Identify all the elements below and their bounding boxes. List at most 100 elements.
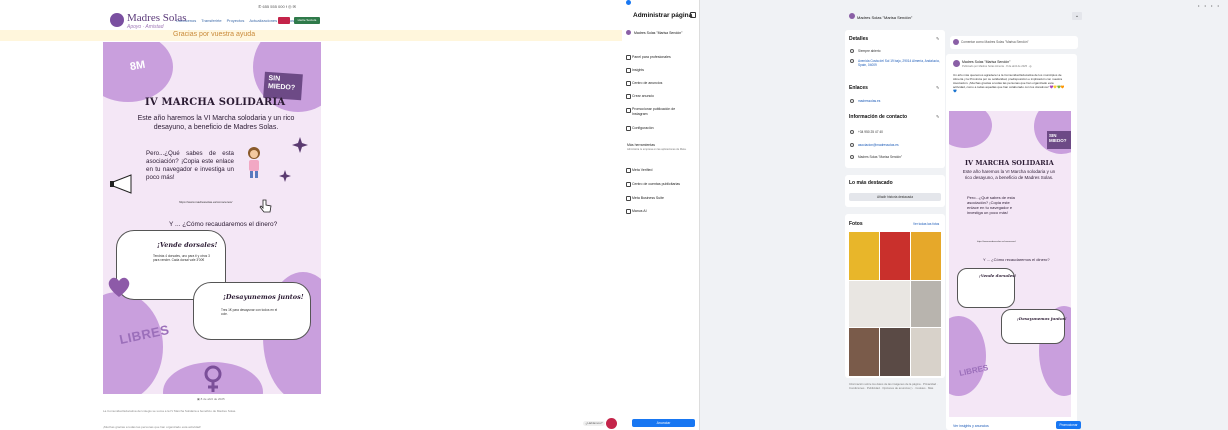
details-title: Detalles <box>849 36 869 42</box>
post-card-desayuno-title: ¡Desayunemos juntos! <box>1017 316 1067 321</box>
composer-avatar <box>953 39 959 45</box>
anunciar-button[interactable]: Anunciar <box>632 419 695 427</box>
phone-icon <box>850 130 854 134</box>
poster-subtitle: Este año haremos la VI Marcha solodaria … <box>137 115 295 131</box>
card-dorsales-title: ¡Vende dorsales! <box>157 241 218 249</box>
website-link[interactable]: madressolas.es <box>858 99 880 103</box>
links-title: Enlaces <box>849 85 868 91</box>
photos-title: Fotos <box>849 221 863 227</box>
nav-item[interactable]: Actualizaciones <box>249 18 277 23</box>
create-ad-icon <box>626 94 631 99</box>
photo-thumbnail[interactable] <box>880 232 910 280</box>
page-avatar[interactable] <box>626 30 631 35</box>
post-avatar[interactable] <box>953 60 960 67</box>
add-featured-button[interactable]: Añadir historia destacada <box>849 193 941 201</box>
globe-icon <box>850 99 854 103</box>
sidebar-item-ads-center[interactable]: Centro de anuncios <box>632 81 662 85</box>
post-poster-how: Y ... ¿Cómo recaudaremos el dinero? <box>983 257 1050 262</box>
dashboard-icon <box>626 55 631 60</box>
photo-thumbnail[interactable] <box>880 328 910 376</box>
nav-item[interactable]: Transferirte <box>201 18 221 23</box>
sparkle-icon <box>279 170 291 182</box>
page-header-name[interactable]: Madres Solas "Marisa Sendón" <box>857 15 912 20</box>
instagram-icon <box>626 108 631 113</box>
contact-messenger: Madres Solas "Marisa Sendón" <box>858 155 903 159</box>
page-header-avatar[interactable] <box>849 13 855 19</box>
post-poster-badge: SIN MIEDO? <box>1047 131 1071 149</box>
poster-caption: ▣ 8 de abril de 2025 <box>197 397 225 401</box>
sidebar-item-create-ad[interactable]: Crear anuncio <box>632 94 654 98</box>
sidebar-tool-ai[interactable]: Manus AI <box>632 209 647 213</box>
composer-placeholder[interactable]: Comentar como Madres Solas "Marisa Sendó… <box>961 40 1029 44</box>
admin-title: Administrar página <box>633 12 693 19</box>
thanks-banner <box>0 30 622 41</box>
more-options-button[interactable]: ⌄ <box>1072 12 1082 20</box>
donate-button[interactable] <box>278 17 290 24</box>
facebook-icon[interactable] <box>626 0 631 5</box>
photo-thumbnail[interactable] <box>849 281 910 327</box>
tools-heading: Más herramientas <box>627 143 656 147</box>
logo-icon[interactable] <box>110 13 124 27</box>
edit-pencil-icon[interactable]: ✎ <box>936 114 939 119</box>
insights-link[interactable]: Ver insights y anuncios <box>953 424 989 428</box>
girl-illustration-icon <box>248 147 260 178</box>
edit-pencil-icon[interactable]: ✎ <box>936 85 939 90</box>
details-hours: Siempre abierto <box>858 49 881 53</box>
ads-center-icon <box>626 81 631 86</box>
photo-thumbnail[interactable] <box>911 328 941 376</box>
post-meta: Publicado por Madres Solas Almería · 8 d… <box>962 65 1032 68</box>
card-desayuno-body: Tres 1€ para desayunar con todos en el c… <box>221 308 278 317</box>
article-paragraph: La Comunidad Educativa del colegio se su… <box>103 409 237 413</box>
sidebar-tool-ad-accounts[interactable]: Centro de cuentas publicitarias <box>632 182 680 186</box>
clock-icon <box>850 49 854 53</box>
ad-accounts-icon <box>626 182 631 187</box>
ai-icon <box>626 209 631 214</box>
post-image[interactable]: SIN MIEDO? IV MARCHA SOLIDARIA Este año … <box>949 111 1071 417</box>
promote-button[interactable]: Promocionar <box>1056 421 1081 429</box>
panel-toggle-icon[interactable] <box>690 12 696 18</box>
details-address[interactable]: Avenida Costa del Sol 19 bajo, 29014 Alm… <box>858 59 940 67</box>
insights-icon <box>626 68 631 73</box>
contact-email[interactable]: asociacion@madressolas.es <box>858 143 899 147</box>
photos-footer: Información sobre los datos de las imáge… <box>849 382 938 390</box>
gear-icon <box>626 126 631 131</box>
pointer-hand-icon <box>259 199 272 213</box>
sparkle-icon <box>292 137 308 153</box>
site-nav: Conócenos Transferirte Proyectos Actuali… <box>176 18 312 23</box>
contact-title: Información de contacto <box>849 114 908 120</box>
poster-badge: SIN MIEDO? <box>263 71 303 101</box>
chat-button-icon[interactable] <box>606 418 617 429</box>
poster-url: https://www.madressolas.es/conocenos/ <box>179 200 233 204</box>
sidebar-item-insights[interactable]: Insights <box>632 68 644 72</box>
photo-thumbnail[interactable] <box>911 281 941 327</box>
sidebar-item-promote-instagram[interactable]: Promocionar publicación de Instagram <box>632 107 687 116</box>
post-card-desayuno <box>1001 309 1065 344</box>
member-button[interactable]: Hazte Socio/a <box>294 17 320 24</box>
photo-thumbnail[interactable] <box>849 232 879 280</box>
photo-thumbnail[interactable] <box>849 328 879 376</box>
female-symbol-icon <box>204 365 222 392</box>
photo-thumbnail[interactable] <box>911 232 941 280</box>
poster-blob <box>949 111 992 148</box>
nav-item[interactable]: Conócenos <box>176 18 196 23</box>
see-all-photos-link[interactable]: Ver todas las fotos <box>913 222 939 226</box>
sidebar-tool-business-suite[interactable]: Meta Business Suite <box>632 196 664 200</box>
contact-phone: +34 950 25 47 40 <box>858 130 883 134</box>
sidebar-item-dashboard[interactable]: Panel para profesionales <box>632 55 671 59</box>
article-paragraph: ¡Muchas gracias a todas las personas que… <box>103 425 201 429</box>
fb-admin-sidebar <box>622 0 700 430</box>
event-poster: 8M SIN MIEDO? IV MARCHA SOLIDARIA Este a… <box>103 42 321 394</box>
page-selector[interactable]: Madres Solas "Marisa Sendón" <box>634 31 682 35</box>
chat-label[interactable]: ¿Hablamos? <box>583 421 605 426</box>
window-controls-icon[interactable]: • • • • <box>1198 3 1221 8</box>
verified-icon <box>626 168 631 173</box>
post-poster-title: IV MARCHA SOLIDARIA <box>965 159 1054 167</box>
poster-title: IV MARCHA SOLIDARIA <box>145 97 286 108</box>
sidebar-item-settings[interactable]: Configuración <box>632 126 654 130</box>
nav-item[interactable]: Proyectos <box>227 18 245 23</box>
sidebar-tool-meta-verified[interactable]: Meta Verified <box>632 168 652 172</box>
edit-pencil-icon[interactable]: ✎ <box>936 36 939 41</box>
post-author[interactable]: Madres Solas "Marisa Sendón" <box>962 60 1010 64</box>
post-poster-subtitle: Este año haremos la VI Marcha solodaria … <box>962 169 1056 180</box>
heart-icon <box>108 277 130 297</box>
